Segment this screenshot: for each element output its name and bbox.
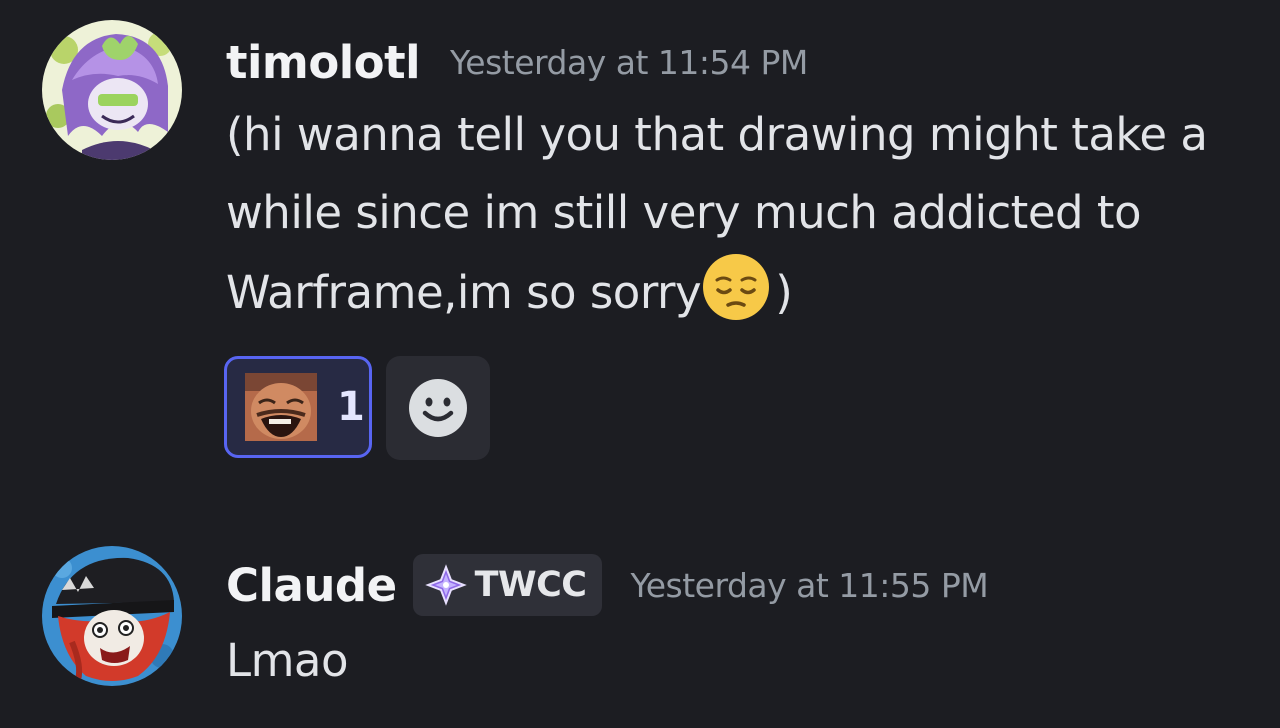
message-text: Lmao <box>226 634 349 687</box>
server-tag-label: TWCC <box>474 565 587 605</box>
add-reaction-button[interactable] <box>386 356 490 460</box>
timestamp[interactable]: Yesterday at 11:54 PM <box>450 43 808 82</box>
username[interactable]: timolotl <box>226 36 421 89</box>
message-content: (hi wanna tell you that drawing might ta… <box>226 96 1246 332</box>
purple-hair-character-avatar-icon <box>42 20 182 160</box>
user-avatar-claude[interactable] <box>42 546 182 686</box>
user-avatar-timolotl[interactable] <box>42 20 182 160</box>
purple-sparkle-diamond-icon <box>424 564 467 606</box>
timestamp[interactable]: Yesterday at 11:55 PM <box>630 566 988 605</box>
reaction-count: 1 <box>337 384 365 430</box>
red-hair-character-avatar-icon <box>42 546 182 686</box>
smiley-add-reaction-icon <box>409 379 467 437</box>
reaction-laughing-man[interactable]: 1 <box>224 356 372 458</box>
message-header: timolotl Yesterday at 11:54 PM <box>226 32 808 92</box>
laughing-man-custom-emoji-icon <box>245 373 317 441</box>
message-text-end: ) <box>775 266 793 319</box>
server-tag[interactable]: TWCC <box>412 554 603 616</box>
reactions-bar: 1 <box>224 356 490 460</box>
message-content: Lmao <box>226 622 1246 700</box>
message-header: Claude TWCC Yesterday at 11:55 PM <box>226 552 989 618</box>
username[interactable]: Claude <box>226 559 397 612</box>
pensive-face-emoji-icon[interactable] <box>701 252 771 322</box>
